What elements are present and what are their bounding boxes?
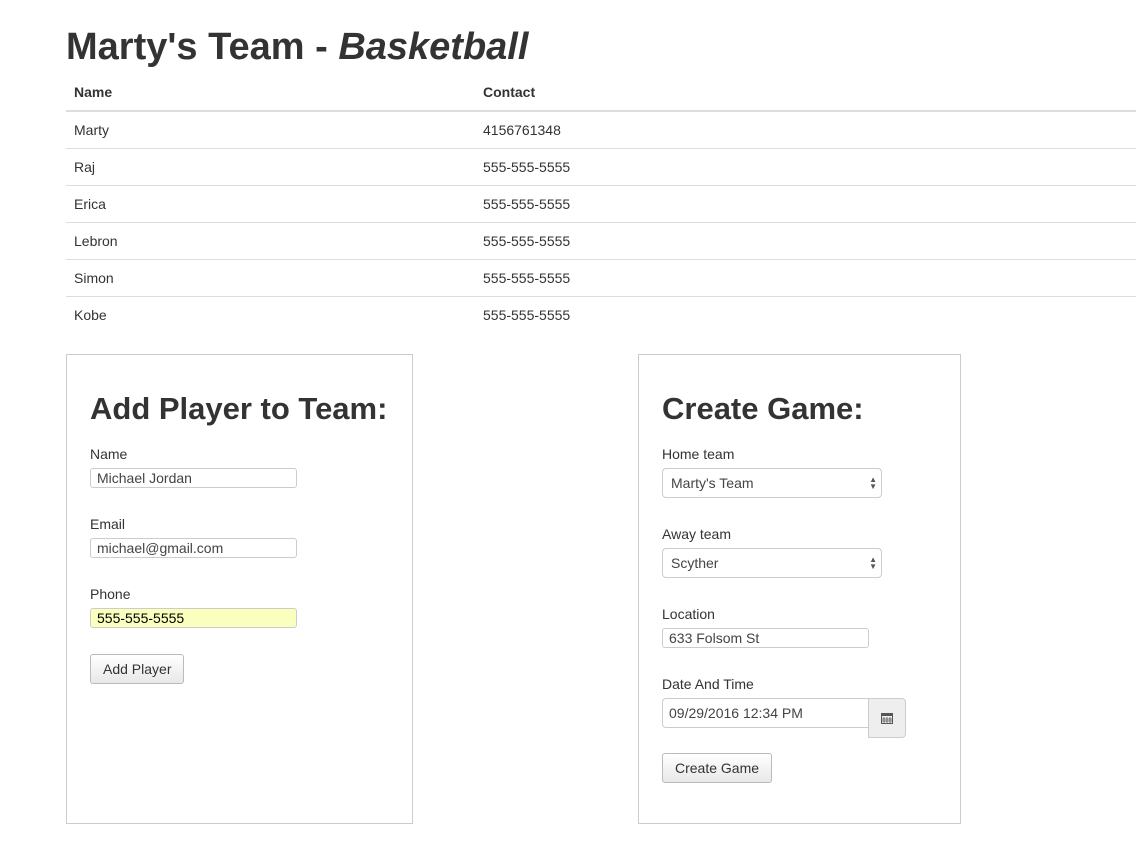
name-input[interactable]: [90, 468, 297, 488]
column-header-name: Name: [66, 74, 475, 112]
name-label: Name: [90, 446, 128, 462]
add-player-button[interactable]: Add Player: [90, 654, 185, 684]
create-game-heading: Create Game:: [662, 391, 864, 426]
create-game-panel: Create Game: Home team Marty's Team ▲ ▼ Aw…: [638, 354, 961, 824]
email-label: Email: [90, 516, 126, 532]
select-arrows-icon: ▲ ▼: [869, 555, 877, 571]
home-team-select[interactable]: Marty's Team ▲ ▼: [662, 468, 882, 498]
phone-input[interactable]: [90, 608, 297, 628]
datetime-input[interactable]: [662, 698, 869, 728]
column-header-contact: Contact: [475, 74, 1136, 112]
page-title: Marty's Team - Basketball: [66, 26, 529, 68]
datetime-label: Date And Time: [662, 676, 754, 692]
away-team-label: Away team: [662, 526, 731, 542]
table-row: Kobe 555-555-5555: [74, 307, 571, 323]
create-game-button[interactable]: Create Game: [662, 753, 773, 783]
location-label: Location: [662, 606, 715, 622]
table-row: Marty 4156761348: [66, 111, 1136, 149]
phone-label: Phone: [90, 586, 131, 602]
email-input[interactable]: [90, 538, 297, 558]
away-team-select[interactable]: Scyther ▲ ▼: [662, 548, 882, 578]
add-player-panel: Add Player to Team: Name Email Phone Add…: [66, 354, 413, 824]
location-input[interactable]: [662, 628, 869, 648]
add-player-heading: Add Player to Team:: [90, 391, 388, 426]
select-arrows-icon: ▲ ▼: [869, 475, 877, 491]
sport-name: Basketball: [338, 26, 529, 68]
calendar-icon: [881, 713, 893, 724]
roster-table: Name Contact Marty 4156761348 Raj 555-555-…: [66, 74, 1136, 333]
table-row: Raj 555-555-5555: [66, 148, 1136, 186]
calendar-button[interactable]: [868, 698, 906, 738]
table-row: Simon 555-555-5555: [66, 259, 1136, 297]
table-row: Erica 555-555-5555: [66, 185, 1136, 223]
home-team-label: Home team: [662, 446, 735, 462]
table-row: Lebron 555-555-5555: [66, 222, 1136, 260]
